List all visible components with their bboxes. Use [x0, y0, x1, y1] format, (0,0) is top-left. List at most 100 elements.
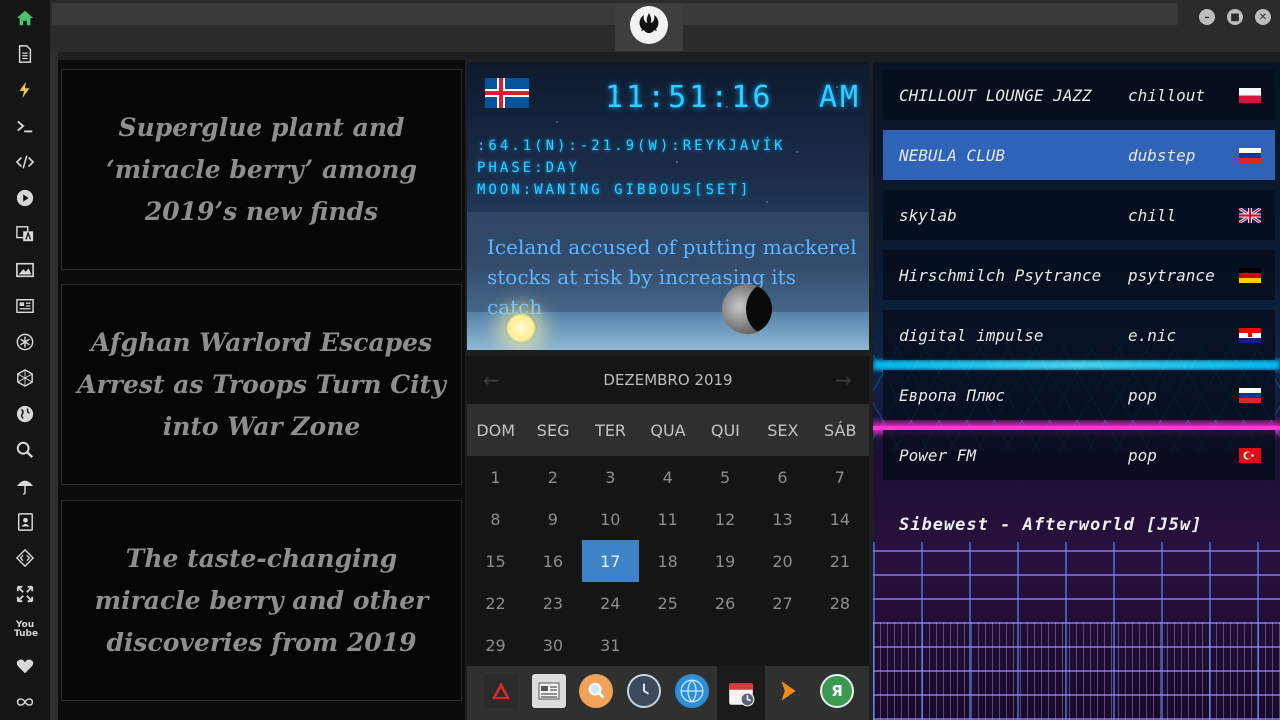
play-arrow-icon[interactable]: [771, 674, 805, 708]
calendar-day[interactable]: 8: [467, 498, 524, 540]
station-name: Европа Плюс: [899, 385, 1005, 405]
calendar-day[interactable]: 22: [467, 582, 524, 624]
scrollbar[interactable]: [50, 52, 58, 720]
contacts-icon[interactable]: [14, 511, 36, 533]
station-genre: chill: [1128, 205, 1177, 225]
calendar-day[interactable]: 1: [467, 456, 524, 498]
umbrella-icon[interactable]: [14, 475, 36, 497]
radio-station-row[interactable]: NEBULA CLUB dubstep: [883, 130, 1275, 180]
station-genre: psytrance: [1128, 265, 1215, 285]
calendar-day[interactable]: 7: [811, 456, 868, 498]
document-icon[interactable]: [14, 43, 36, 65]
home-icon[interactable]: [14, 7, 36, 29]
station-genre: chillout: [1128, 85, 1206, 105]
calendar-day[interactable]: 24: [582, 582, 639, 624]
calendar-day[interactable]: 19: [697, 540, 754, 582]
calendar-weekday-row: DOM SEG TER QUA QUI SEX SÁB: [467, 404, 869, 456]
rebel-icon[interactable]: [14, 331, 36, 353]
calendar-day[interactable]: 26: [697, 582, 754, 624]
calendar-day[interactable]: 11: [639, 498, 696, 540]
station-genre: pop: [1128, 445, 1157, 465]
yandex-label: Я: [831, 682, 843, 700]
calendar-day[interactable]: 27: [754, 582, 811, 624]
calendar-day[interactable]: 4: [639, 456, 696, 498]
calendar-day[interactable]: 13: [754, 498, 811, 540]
calendar-day[interactable]: 5: [697, 456, 754, 498]
calendar-day-today[interactable]: 17: [581, 540, 639, 582]
calendar-day[interactable]: 14: [811, 498, 868, 540]
russia-flag-icon: [1239, 387, 1261, 403]
uk-flag-icon: [1239, 207, 1261, 223]
globe-icon[interactable]: [675, 674, 709, 708]
calendar-day[interactable]: 31: [582, 624, 639, 666]
news-card[interactable]: Afghan Warlord Escapes Arrest as Troops …: [61, 284, 462, 485]
news-card[interactable]: Superglue plant and ‘miracle berry’ amon…: [61, 69, 462, 270]
calendar-day[interactable]: 20: [754, 540, 811, 582]
calendar-day[interactable]: 18: [639, 540, 696, 582]
calendar-month-label: DEZEMBRO 2019: [603, 371, 733, 389]
calendar-day[interactable]: 10: [582, 498, 639, 540]
calendar-day[interactable]: 15: [467, 540, 524, 582]
calendar-day[interactable]: 29: [467, 624, 524, 666]
station-genre: dubstep: [1128, 145, 1196, 165]
calendar-day[interactable]: 9: [524, 498, 581, 540]
news-icon[interactable]: [14, 295, 36, 317]
calendar-day[interactable]: 23: [524, 582, 581, 624]
newspaper-icon[interactable]: [532, 674, 566, 708]
calendar-day[interactable]: 25: [639, 582, 696, 624]
close-button[interactable]: ✕: [1255, 9, 1271, 25]
calendar-day[interactable]: 16: [524, 540, 581, 582]
clock-moon: MOON:WANING GIBBOUS[SET]: [477, 182, 752, 198]
play-icon[interactable]: [14, 187, 36, 209]
youtube-icon[interactable]: You Tube: [14, 619, 39, 641]
radio-station-row[interactable]: digital impulse e.nic: [883, 310, 1275, 360]
lightning-icon[interactable]: [14, 79, 36, 101]
radio-station-row[interactable]: Power FM pop: [883, 430, 1275, 480]
radio-station-row[interactable]: skylab chill: [883, 190, 1275, 240]
heart-icon[interactable]: [14, 655, 36, 677]
weekday-label: DOM: [476, 420, 516, 440]
calendar-icon[interactable]: [717, 666, 765, 720]
calendar-next-icon[interactable]: →: [835, 368, 852, 392]
search-icon[interactable]: [14, 439, 36, 461]
translate-icon[interactable]: [14, 223, 36, 245]
hexagon-icon[interactable]: [14, 367, 36, 389]
maximize-button[interactable]: ■: [1227, 9, 1243, 25]
radio-station-row[interactable]: Европа Плюс pop: [883, 370, 1275, 420]
calendar-day[interactable]: 30: [524, 624, 581, 666]
minimize-button[interactable]: –: [1199, 9, 1215, 25]
image-icon[interactable]: [14, 259, 36, 281]
clock-phase: PHASE:DAY: [477, 160, 580, 176]
calendar-day[interactable]: 28: [811, 582, 868, 624]
infinity-icon[interactable]: [14, 691, 36, 713]
arrow-up-icon[interactable]: [484, 674, 518, 708]
radio-station-row[interactable]: CHILLOUT LOUNGE JAZZ chillout: [883, 70, 1275, 120]
clock-icon[interactable]: [627, 674, 661, 708]
terminal-icon[interactable]: [14, 115, 36, 137]
yandex-icon[interactable]: Я: [820, 674, 854, 708]
calendar-day[interactable]: 2: [524, 456, 581, 498]
expand-icon[interactable]: [14, 583, 36, 605]
station-name: digital impulse: [899, 325, 1044, 345]
clock-headline[interactable]: Iceland accused of putting mackerel stoc…: [487, 232, 857, 322]
code-icon[interactable]: [14, 151, 36, 173]
radio-station-row[interactable]: Hirschmilch Psytrance psytrance: [883, 250, 1275, 300]
sun-icon: [505, 312, 537, 344]
diamond-code-icon[interactable]: [14, 547, 36, 569]
news-card[interactable]: The taste-changing miracle berry and oth…: [61, 500, 462, 701]
calendar-day[interactable]: 6: [754, 456, 811, 498]
calendar-prev-icon[interactable]: ←: [483, 368, 500, 392]
iceland-flag-icon: [485, 78, 529, 108]
magnifier-icon[interactable]: [579, 674, 613, 708]
russia-flag-icon: [1239, 147, 1261, 163]
youtube-label: You Tube: [14, 620, 39, 639]
calendar-day[interactable]: 3: [582, 456, 639, 498]
weekday-label: QUA: [650, 420, 686, 440]
germany-flag-icon: [1239, 267, 1261, 283]
calendar-day[interactable]: 21: [811, 540, 868, 582]
weekday-label: SEG: [536, 420, 570, 440]
audio-visualizer: [873, 622, 1280, 720]
globe-icon[interactable]: [14, 403, 36, 425]
station-name: Hirschmilch Psytrance: [899, 265, 1102, 285]
calendar-day[interactable]: 12: [697, 498, 754, 540]
